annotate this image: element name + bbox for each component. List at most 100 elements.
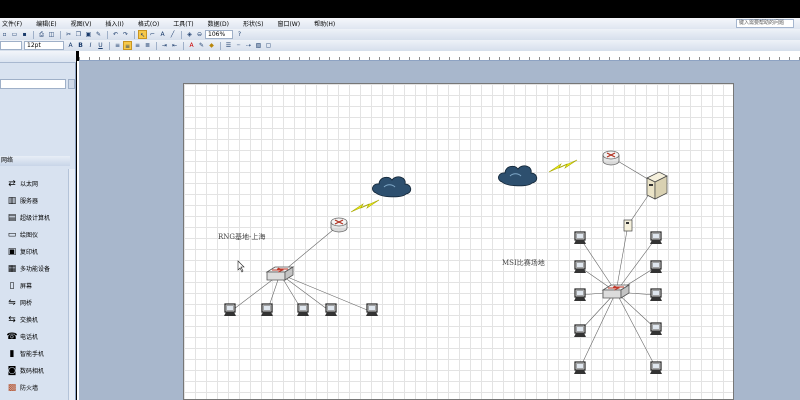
router-icon[interactable]: [330, 217, 348, 233]
router-icon[interactable]: [602, 150, 620, 166]
menu-data[interactable]: 数据(D): [208, 19, 229, 28]
underline-icon[interactable]: U: [96, 41, 105, 50]
shape-item[interactable]: ⇆ 交换机: [6, 311, 66, 328]
menu-help[interactable]: 帮助(H): [314, 19, 335, 28]
shape-item[interactable]: ▦ 多功能设备: [6, 260, 66, 277]
shape-item[interactable]: ▤图例: [6, 396, 66, 400]
font-select[interactable]: [0, 41, 22, 50]
fill-color-icon[interactable]: ◆: [207, 41, 216, 50]
computer-icon[interactable]: [649, 288, 663, 302]
pointer-tool-icon[interactable]: ↖: [138, 30, 147, 39]
line-tool-icon[interactable]: ╱: [168, 30, 177, 39]
computer-icon[interactable]: [573, 260, 587, 274]
cloud-icon[interactable]: [497, 165, 538, 187]
shape-item[interactable]: ▩ 防火墙: [6, 379, 66, 396]
connector-tool-icon[interactable]: ⌐: [148, 30, 157, 39]
shape-item[interactable]: ▣ 复印机: [6, 243, 66, 260]
text-tool-icon[interactable]: A: [158, 30, 167, 39]
shapes-icon[interactable]: ◈: [185, 30, 194, 39]
drawing-page[interactable]: RNG基地-上海 MSI比赛场地: [183, 83, 734, 400]
computer-icon[interactable]: [260, 303, 274, 317]
cloud-icon[interactable]: [371, 176, 412, 198]
shape-item[interactable]: ▭ 绘图仪: [6, 226, 66, 243]
help-icon[interactable]: ?: [235, 30, 244, 39]
server-icon[interactable]: [646, 171, 668, 200]
print-icon[interactable]: ⎙: [37, 30, 46, 39]
font-grow-icon[interactable]: A: [66, 41, 75, 50]
line-pattern-icon[interactable]: ┄: [234, 41, 243, 50]
bold-icon[interactable]: B: [76, 41, 85, 50]
right-site-label[interactable]: MSI比赛场地: [502, 258, 545, 268]
computer-icon[interactable]: [649, 322, 663, 336]
justify-icon[interactable]: ≣: [143, 41, 152, 50]
screen-icon: ▯: [9, 280, 15, 291]
align-left-icon[interactable]: ≡: [113, 41, 122, 50]
computer-icon[interactable]: [649, 361, 663, 375]
italic-icon[interactable]: I: [86, 41, 95, 50]
computer-icon[interactable]: [573, 231, 587, 245]
corner-rounding-icon[interactable]: ▢: [264, 41, 273, 50]
stencil-title[interactable]: 网络: [0, 156, 70, 166]
indent-icon[interactable]: ⇥: [160, 41, 169, 50]
menu-tools[interactable]: 工具(T): [173, 19, 193, 28]
computer-icon[interactable]: [573, 324, 587, 338]
preview-icon[interactable]: ◫: [47, 30, 56, 39]
line-ends-icon[interactable]: ⇢: [244, 41, 253, 50]
shape-item[interactable]: ⇋ 网桥: [6, 294, 66, 311]
align-center-icon[interactable]: ≡: [123, 41, 132, 50]
outdent-icon[interactable]: ⇤: [170, 41, 179, 50]
shape-item[interactable]: ◙ 数码相机: [6, 362, 66, 379]
menu-view[interactable]: 视图(V): [71, 19, 92, 28]
shape-item[interactable]: ▥ 服务器: [6, 192, 66, 209]
align-right-icon[interactable]: ≡: [133, 41, 142, 50]
open-icon[interactable]: ▭: [10, 30, 19, 39]
menu-file[interactable]: 文件(F): [2, 19, 22, 28]
computer-icon[interactable]: [573, 361, 587, 375]
shapes-scrollbar[interactable]: [68, 169, 75, 400]
network-diagram: [223, 150, 668, 375]
cut-icon[interactable]: ✂: [64, 30, 73, 39]
computer-icon[interactable]: [365, 303, 379, 317]
new-icon[interactable]: ▫: [0, 30, 9, 39]
shape-item[interactable]: ☎ 电话机: [6, 328, 66, 345]
help-search-box[interactable]: 键入需要帮助的问题: [736, 19, 794, 28]
shape-search-input[interactable]: [0, 79, 66, 89]
computer-icon[interactable]: [223, 303, 237, 317]
shape-item[interactable]: ▤ 超级计算机: [6, 209, 66, 226]
font-size-select[interactable]: 12pt: [24, 41, 64, 50]
computer-icon[interactable]: [573, 288, 587, 302]
line-weight-icon[interactable]: ☰: [224, 41, 233, 50]
menu-edit[interactable]: 编辑(E): [36, 19, 56, 28]
copy-icon[interactable]: ❐: [74, 30, 83, 39]
shape-item[interactable]: ▮ 智能手机: [6, 345, 66, 362]
paste-icon[interactable]: ▣: [84, 30, 93, 39]
menu-shape[interactable]: 形状(S): [243, 19, 264, 28]
menu-window[interactable]: 窗口(W): [277, 19, 300, 28]
zoom-select[interactable]: 106%: [205, 30, 233, 39]
shape-item[interactable]: ⇄ 以太网: [6, 175, 66, 192]
switch-icon[interactable]: [602, 284, 630, 299]
shape-item[interactable]: ▯ 屏幕: [6, 277, 66, 294]
undo-icon[interactable]: ↶: [111, 30, 120, 39]
computer-icon[interactable]: [296, 303, 310, 317]
save-icon[interactable]: ▪: [20, 30, 29, 39]
computer-icon[interactable]: [649, 231, 663, 245]
shadow-icon[interactable]: ▧: [254, 41, 263, 50]
zoom-out-icon[interactable]: ⊖: [195, 30, 204, 39]
shape-item-label: 数码相机: [20, 368, 45, 375]
menu-format[interactable]: 格式(O): [138, 19, 159, 28]
shapes-panel: 网络 ⇄ 以太网 ▥ 服务器 ▤ 超级计算机 ▭ 绘图仪 ▣ 复印机 ▦ 多功能设备 ▯ 屏幕 ⇋ 网桥 ⇆ 交换…: [0, 51, 76, 400]
left-site-label[interactable]: RNG基地-上海: [218, 232, 265, 242]
drawing-canvas[interactable]: RNG基地-上海 MSI比赛场地: [79, 61, 800, 400]
firewall-icon[interactable]: [623, 219, 633, 232]
computer-icon[interactable]: [649, 260, 663, 274]
computer-icon[interactable]: [324, 303, 338, 317]
redo-icon[interactable]: ↷: [121, 30, 130, 39]
shape-item-label: 防火墙: [20, 385, 39, 392]
menu-insert[interactable]: 插入(I): [105, 19, 123, 28]
title-bar: [0, 0, 800, 18]
line-color-icon[interactable]: ✎: [197, 41, 206, 50]
format-painter-icon[interactable]: ✎: [94, 30, 103, 39]
font-color-icon[interactable]: A: [187, 41, 196, 50]
search-icon[interactable]: [68, 79, 75, 89]
